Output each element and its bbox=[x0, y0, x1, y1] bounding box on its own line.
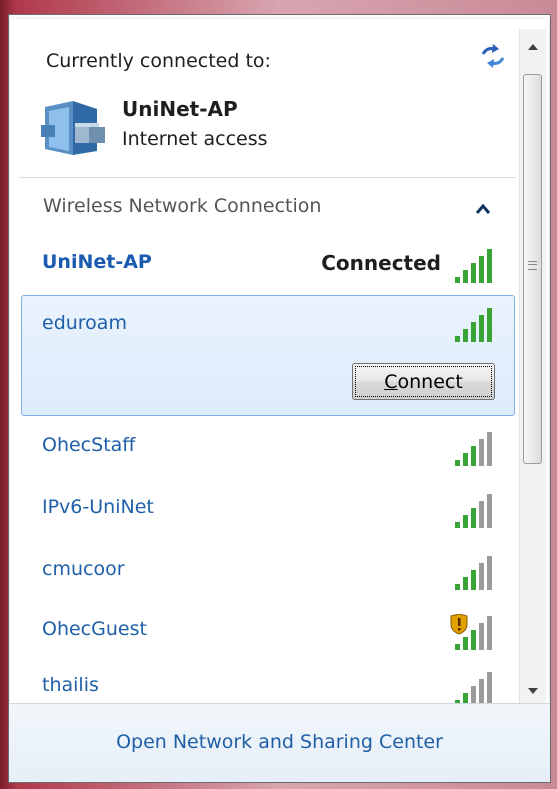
signal-bar bbox=[471, 446, 476, 466]
signal-bar bbox=[479, 623, 484, 650]
network-computer-icon bbox=[41, 101, 105, 155]
network-item-ohecstaff[interactable]: OhecStaff bbox=[21, 418, 517, 478]
signal-bar bbox=[455, 584, 460, 590]
network-item-cmucoor[interactable]: cmucoor bbox=[21, 542, 517, 602]
signal-strength-icon bbox=[455, 556, 492, 590]
signal-bar bbox=[487, 672, 492, 706]
signal-bar bbox=[471, 263, 476, 283]
signal-bar bbox=[463, 577, 468, 590]
chevron-up-icon[interactable] bbox=[473, 201, 493, 217]
signal-bar bbox=[463, 453, 468, 466]
connected-header: Currently connected to: bbox=[46, 50, 271, 72]
signal-bar bbox=[479, 501, 484, 528]
signal-bar bbox=[455, 277, 460, 283]
signal-bar bbox=[487, 432, 492, 466]
signal-bar bbox=[463, 515, 468, 528]
signal-bar bbox=[455, 336, 460, 342]
group-header-label: Wireless Network Connection bbox=[43, 195, 322, 217]
network-name: IPv6-UniNet bbox=[42, 496, 154, 518]
signal-bar bbox=[463, 329, 468, 342]
current-network-name: UniNet-AP bbox=[122, 97, 238, 121]
network-item-eduroam-expanded[interactable]: eduroam Connect bbox=[21, 295, 515, 416]
section-divider bbox=[19, 177, 516, 178]
signal-bar bbox=[455, 522, 460, 528]
network-name: eduroam bbox=[42, 312, 127, 334]
current-network-status: Internet access bbox=[122, 128, 268, 150]
signal-strength-icon bbox=[455, 308, 492, 342]
signal-strength-icon bbox=[455, 494, 492, 528]
signal-strength-icon bbox=[455, 249, 492, 283]
connect-button[interactable]: Connect bbox=[352, 363, 495, 400]
network-name: cmucoor bbox=[42, 558, 125, 580]
refresh-arrows-icon[interactable] bbox=[479, 43, 507, 69]
signal-bar bbox=[463, 637, 468, 650]
network-name: OhecGuest bbox=[42, 618, 147, 640]
flyout-footer: Open Network and Sharing Center bbox=[9, 703, 550, 782]
signal-bar bbox=[487, 616, 492, 650]
flyout-top-edge bbox=[9, 15, 550, 19]
signal-bar bbox=[471, 630, 476, 650]
scroll-down-arrow-icon[interactable] bbox=[520, 679, 546, 703]
connection-status: Connected bbox=[321, 251, 441, 275]
signal-bar bbox=[487, 249, 492, 283]
warning-shield-icon bbox=[450, 614, 468, 635]
network-item-uninet-ap[interactable]: UniNet-AP Connected bbox=[21, 235, 517, 295]
signal-bar bbox=[479, 563, 484, 590]
scrollbar-grip bbox=[528, 261, 537, 270]
signal-bar bbox=[455, 460, 460, 466]
network-name: UniNet-AP bbox=[42, 251, 152, 273]
signal-bar bbox=[471, 508, 476, 528]
network-name: thailis bbox=[42, 674, 99, 696]
network-flyout: Currently connected to: UniNet-AP Intern… bbox=[8, 14, 551, 783]
signal-bar bbox=[479, 315, 484, 342]
network-item-ipv6-uninet[interactable]: IPv6-UniNet bbox=[21, 480, 517, 540]
network-item-ohecguest[interactable]: OhecGuest bbox=[21, 602, 517, 662]
signal-strength-icon bbox=[450, 614, 492, 650]
signal-bar bbox=[487, 494, 492, 528]
open-network-sharing-center-link[interactable]: Open Network and Sharing Center bbox=[9, 731, 550, 753]
signal-bar bbox=[463, 270, 468, 283]
signal-bar bbox=[471, 322, 476, 342]
scroll-up-arrow-icon[interactable] bbox=[520, 35, 546, 59]
signal-bar bbox=[471, 570, 476, 590]
signal-bar bbox=[479, 679, 484, 706]
signal-bar bbox=[479, 439, 484, 466]
signal-strength-icon bbox=[455, 432, 492, 466]
scrollbar-thumb[interactable] bbox=[523, 74, 542, 464]
signal-bar bbox=[487, 308, 492, 342]
signal-bar bbox=[479, 256, 484, 283]
vertical-scrollbar[interactable] bbox=[519, 29, 546, 706]
signal-bar bbox=[455, 644, 460, 650]
network-name: OhecStaff bbox=[42, 434, 136, 456]
signal-bar bbox=[487, 556, 492, 590]
